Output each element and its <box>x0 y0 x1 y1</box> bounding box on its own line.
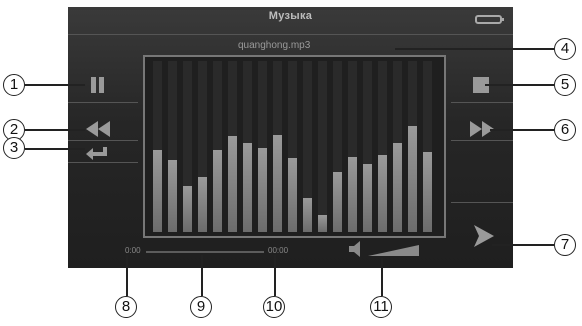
previous-icon <box>86 121 110 137</box>
battery-icon <box>475 15 504 24</box>
eq-bar <box>303 198 312 232</box>
callout-6: 6 <box>554 119 576 141</box>
callout-9-line <box>201 255 203 296</box>
left-divider-3 <box>68 162 138 163</box>
eq-column <box>318 61 327 232</box>
callout-2-line <box>25 129 85 131</box>
eq-bar <box>213 150 222 232</box>
volume-slider[interactable] <box>368 239 438 259</box>
callout-3: 3 <box>3 137 25 159</box>
eq-bar <box>378 155 387 232</box>
total-time: 00:00 <box>268 246 289 255</box>
eq-bar <box>393 143 402 232</box>
left-divider-1 <box>68 102 138 103</box>
progress-track[interactable] <box>146 251 264 253</box>
callout-7: 7 <box>554 234 576 256</box>
pause-icon <box>91 77 96 93</box>
callout-8: 8 <box>115 296 137 318</box>
previous-button[interactable] <box>84 120 112 138</box>
eq-bar <box>228 136 237 232</box>
callout-4: 4 <box>554 38 576 60</box>
callout-5-line <box>485 84 554 86</box>
player-screen: Музыка quanghong.mp3 0:00 00:00 <box>68 7 513 268</box>
eq-bar <box>333 172 342 232</box>
title-divider <box>68 34 513 35</box>
elapsed-time: 0:00 <box>125 246 141 255</box>
callout-11-line <box>381 258 383 296</box>
callout-3-line <box>25 148 85 150</box>
eq-bar <box>183 186 192 232</box>
file-name: quanghong.mp3 <box>238 40 311 51</box>
callout-8-line <box>126 255 128 296</box>
left-divider-2 <box>68 140 138 141</box>
right-divider-2 <box>451 140 513 141</box>
eq-bar <box>288 158 297 232</box>
callout-1: 1 <box>3 74 25 96</box>
play-icon <box>474 225 494 247</box>
pause-button[interactable] <box>88 76 108 94</box>
screen-title: Музыка <box>268 10 313 22</box>
eq-bar <box>363 164 372 232</box>
callout-11: 11 <box>370 296 392 318</box>
eq-bar <box>168 160 177 232</box>
right-divider-1 <box>451 102 513 103</box>
eq-bar <box>198 177 207 232</box>
callout-9: 9 <box>190 296 212 318</box>
eq-bar <box>153 150 162 232</box>
eq-bar <box>258 148 267 232</box>
callout-4-line <box>395 48 554 50</box>
eq-bar <box>348 157 357 232</box>
eq-bar <box>408 126 417 232</box>
eq-bar <box>243 143 252 232</box>
callout-6-line <box>490 129 554 131</box>
callout-7-line <box>492 244 554 246</box>
right-divider-3 <box>451 202 513 203</box>
volume-icon[interactable] <box>347 240 367 258</box>
callout-1-line <box>25 84 85 86</box>
callout-10: 10 <box>263 296 285 318</box>
eq-bar <box>273 135 282 232</box>
eq-bar <box>318 215 327 232</box>
repeat-button[interactable] <box>84 144 110 162</box>
repeat-icon <box>86 147 107 160</box>
callout-5: 5 <box>554 74 576 96</box>
callout-10-line <box>274 255 276 296</box>
eq-bar <box>423 152 432 232</box>
equalizer-visualizer <box>143 55 446 238</box>
